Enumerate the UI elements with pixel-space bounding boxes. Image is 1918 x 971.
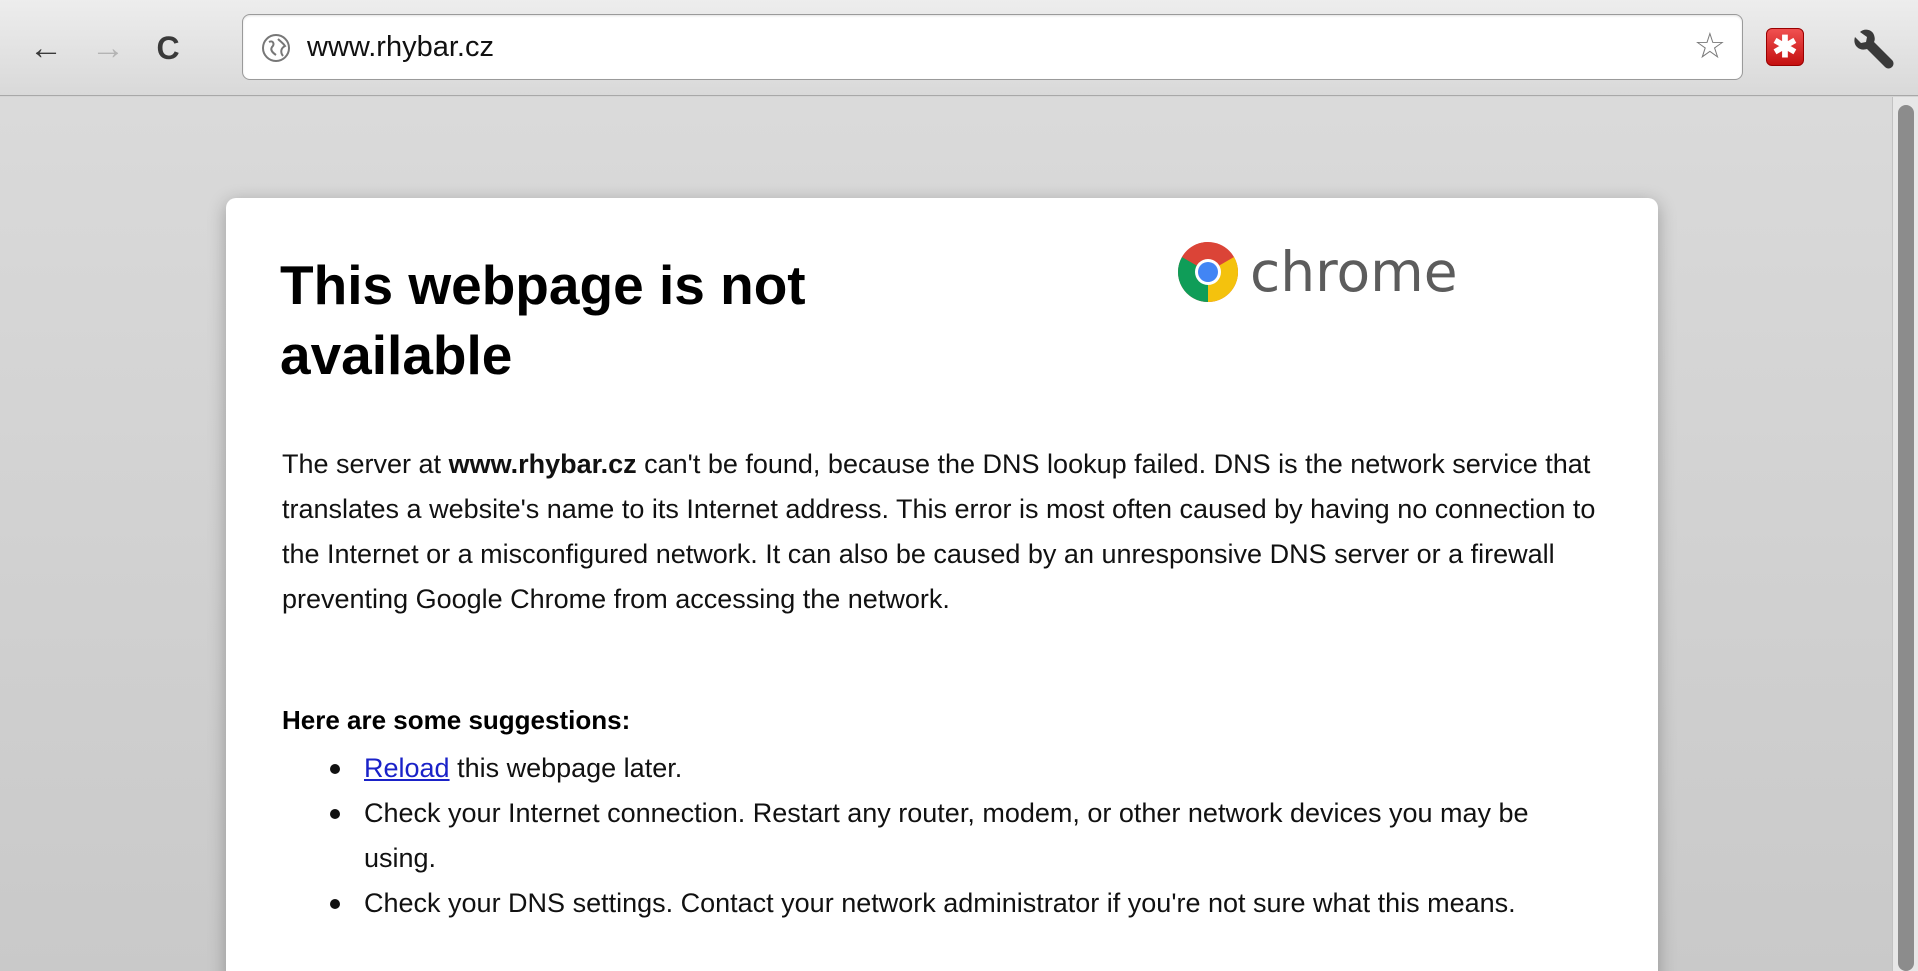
browser-toolbar: ← → C www.rhybar.cz ☆ ✱ bbox=[0, 0, 1918, 96]
reload-button[interactable]: C bbox=[148, 26, 188, 70]
list-item: Reload this webpage later. bbox=[328, 746, 1578, 791]
error-description: The server at www.rhybar.cz can't be fou… bbox=[282, 449, 1596, 614]
address-bar[interactable]: www.rhybar.cz ☆ bbox=[242, 14, 1743, 80]
suggestions-heading: Here are some suggestions: bbox=[282, 705, 631, 735]
chrome-wordmark: chrome bbox=[1250, 240, 1458, 304]
list-item: Check your DNS settings. Contact your ne… bbox=[328, 881, 1578, 926]
url-text: www.rhybar.cz bbox=[307, 31, 494, 63]
reload-link[interactable]: Reload bbox=[364, 753, 450, 783]
scroll-thumb[interactable] bbox=[1898, 105, 1914, 971]
page-title: This webpage is not available bbox=[280, 254, 806, 386]
back-button[interactable]: ← bbox=[26, 26, 66, 70]
extension-icon[interactable]: ✱ bbox=[1766, 28, 1804, 66]
server-host: www.rhybar.cz bbox=[448, 449, 637, 479]
error-card: This webpage is not available chrome The… bbox=[226, 198, 1658, 971]
wrench-menu-icon[interactable] bbox=[1850, 24, 1898, 72]
forward-button[interactable]: → bbox=[88, 26, 128, 70]
asterisk-icon: ✱ bbox=[1772, 30, 1798, 64]
vertical-scrollbar[interactable] bbox=[1892, 97, 1918, 971]
bookmark-star-icon[interactable]: ☆ bbox=[1694, 25, 1726, 67]
chrome-icon bbox=[1177, 242, 1239, 302]
suggestions-list: Reload this webpage later. Check your In… bbox=[328, 746, 1578, 926]
chrome-logo: chrome bbox=[1176, 240, 1458, 304]
reload-icon: C bbox=[156, 29, 180, 66]
arrow-right-icon: → bbox=[91, 28, 125, 67]
arrow-left-icon: ← bbox=[29, 28, 63, 67]
list-item: Check your Internet connection. Restart … bbox=[328, 791, 1578, 881]
globe-icon bbox=[262, 34, 290, 62]
